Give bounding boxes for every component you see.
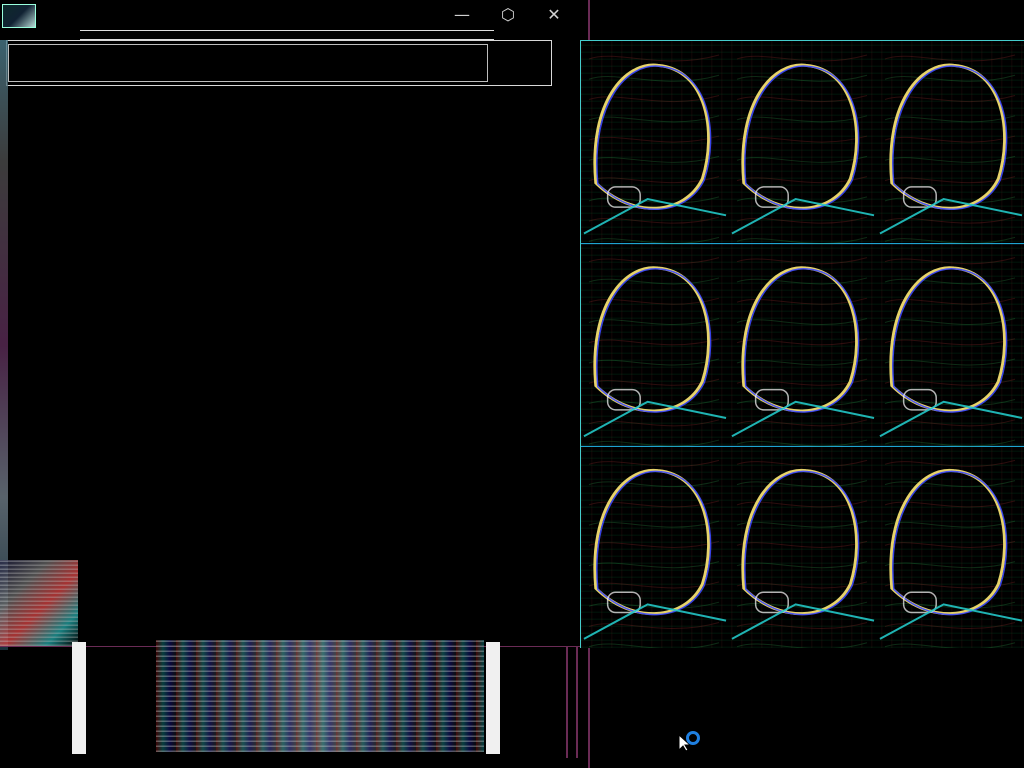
bottom-glitch-artifact: [156, 640, 484, 752]
minimize-icon: —: [454, 4, 470, 24]
tile-blob-outline: [741, 266, 858, 413]
tile-noise-line: [736, 135, 868, 143]
tile-noise-line: [736, 642, 868, 648]
tile: [731, 459, 875, 648]
tile: [879, 54, 1023, 244]
tile-noise-line: [736, 358, 868, 366]
image-viewer[interactable]: [580, 40, 1024, 648]
tile-noise-line: [884, 439, 1016, 447]
tile-noise-line: [588, 54, 720, 62]
tile-platform-line: [879, 603, 1023, 640]
tile-noise-line: [588, 338, 720, 346]
tile-noise-line: [588, 236, 720, 244]
tile-noise-line: [588, 74, 720, 82]
tile-blob-outline: [889, 266, 1006, 413]
tile-platform-line: [731, 198, 875, 235]
minimize-button[interactable]: —: [444, 2, 480, 26]
tile-noise-line: [884, 561, 1016, 569]
tile-platform-line: [879, 400, 1023, 438]
tile-blob-outline: [593, 63, 710, 210]
tile-noise-line: [736, 540, 868, 548]
tile-noise-line: [588, 540, 720, 548]
tile-noise-line: [884, 236, 1016, 244]
left-glitch-artifact: [0, 560, 78, 646]
tile-pattern: [581, 54, 1024, 648]
tile-noise-line: [736, 561, 868, 569]
bottom-frame-right-edge: [566, 646, 578, 758]
tile: [731, 257, 875, 447]
tile-noise-line: [588, 358, 720, 366]
tile: [583, 257, 727, 447]
tile-noise-line: [884, 115, 1016, 123]
tile-blob-outline: [593, 266, 710, 413]
tile: [879, 257, 1023, 447]
tile-noise-line: [736, 155, 868, 163]
tile-noise-line: [884, 155, 1016, 163]
tile-noise-line: [588, 115, 720, 123]
tile-noise-line: [884, 74, 1016, 82]
tile: [731, 54, 875, 244]
tile-noise-line: [736, 54, 868, 62]
tile-platform-line: [583, 198, 727, 235]
tile-noise-line: [588, 439, 720, 447]
tile-noise-line: [588, 155, 720, 163]
tile-noise-line: [884, 642, 1016, 648]
tile-noise-line: [736, 236, 868, 244]
tile-blob-outline: [741, 468, 858, 616]
address-input[interactable]: [8, 44, 488, 82]
tile-blob-outline: [889, 63, 1006, 210]
tile-noise-line: [736, 277, 868, 285]
tile-noise-line: [884, 257, 1016, 265]
tile-noise-line: [736, 459, 868, 467]
tile-noise-line: [588, 561, 720, 569]
tile-noise-line: [736, 480, 868, 488]
tile-noise-line: [736, 338, 868, 346]
tile-noise-line: [884, 459, 1016, 467]
tile-platform-line: [583, 400, 727, 438]
tile: [583, 54, 727, 244]
title-strip: [80, 30, 494, 40]
tile-noise-line: [588, 257, 720, 265]
tile-noise-line: [588, 642, 720, 648]
left-rail: [0, 40, 8, 650]
tile-noise-line: [736, 115, 868, 123]
tile: [879, 459, 1023, 648]
tile-noise-line: [588, 135, 720, 143]
tile-grid: [581, 41, 1024, 648]
tile-noise-line: [736, 317, 868, 325]
screen: — ⬡ ✕: [0, 0, 1024, 768]
tile-noise-line: [884, 277, 1016, 285]
tile-blob-outline: [741, 63, 858, 210]
tile-noise-line: [884, 540, 1016, 548]
tile-noise-line: [736, 257, 868, 265]
tile-noise-line: [588, 317, 720, 325]
tile-platform-line: [879, 198, 1023, 235]
tile-noise-line: [588, 277, 720, 285]
tile-noise-line: [884, 54, 1016, 62]
tile-noise-line: [588, 480, 720, 488]
restore-button[interactable]: ⬡: [490, 2, 526, 26]
tile-noise-line: [884, 358, 1016, 366]
tile-blob-outline: [593, 468, 710, 616]
tile-noise-line: [736, 439, 868, 447]
tile-noise-line: [736, 520, 868, 528]
tile-platform-line: [731, 400, 875, 438]
tile-noise-line: [588, 459, 720, 467]
tile-noise-line: [736, 74, 868, 82]
restore-icon: ⬡: [501, 4, 515, 24]
tile-blob-outline: [889, 468, 1006, 616]
tile-noise-line: [884, 480, 1016, 488]
tile: [583, 459, 727, 648]
tile-platform-line: [583, 603, 727, 640]
tile-noise-line: [884, 317, 1016, 325]
tile-noise-line: [588, 520, 720, 528]
close-icon: ✕: [547, 4, 561, 24]
tile-platform-line: [731, 603, 875, 640]
busy-spinner-icon: [686, 731, 700, 745]
tile-noise-line: [884, 338, 1016, 346]
close-button[interactable]: ✕: [536, 2, 572, 26]
tile-noise-line: [884, 135, 1016, 143]
app-icon[interactable]: [2, 4, 36, 28]
tile-noise-line: [884, 520, 1016, 528]
